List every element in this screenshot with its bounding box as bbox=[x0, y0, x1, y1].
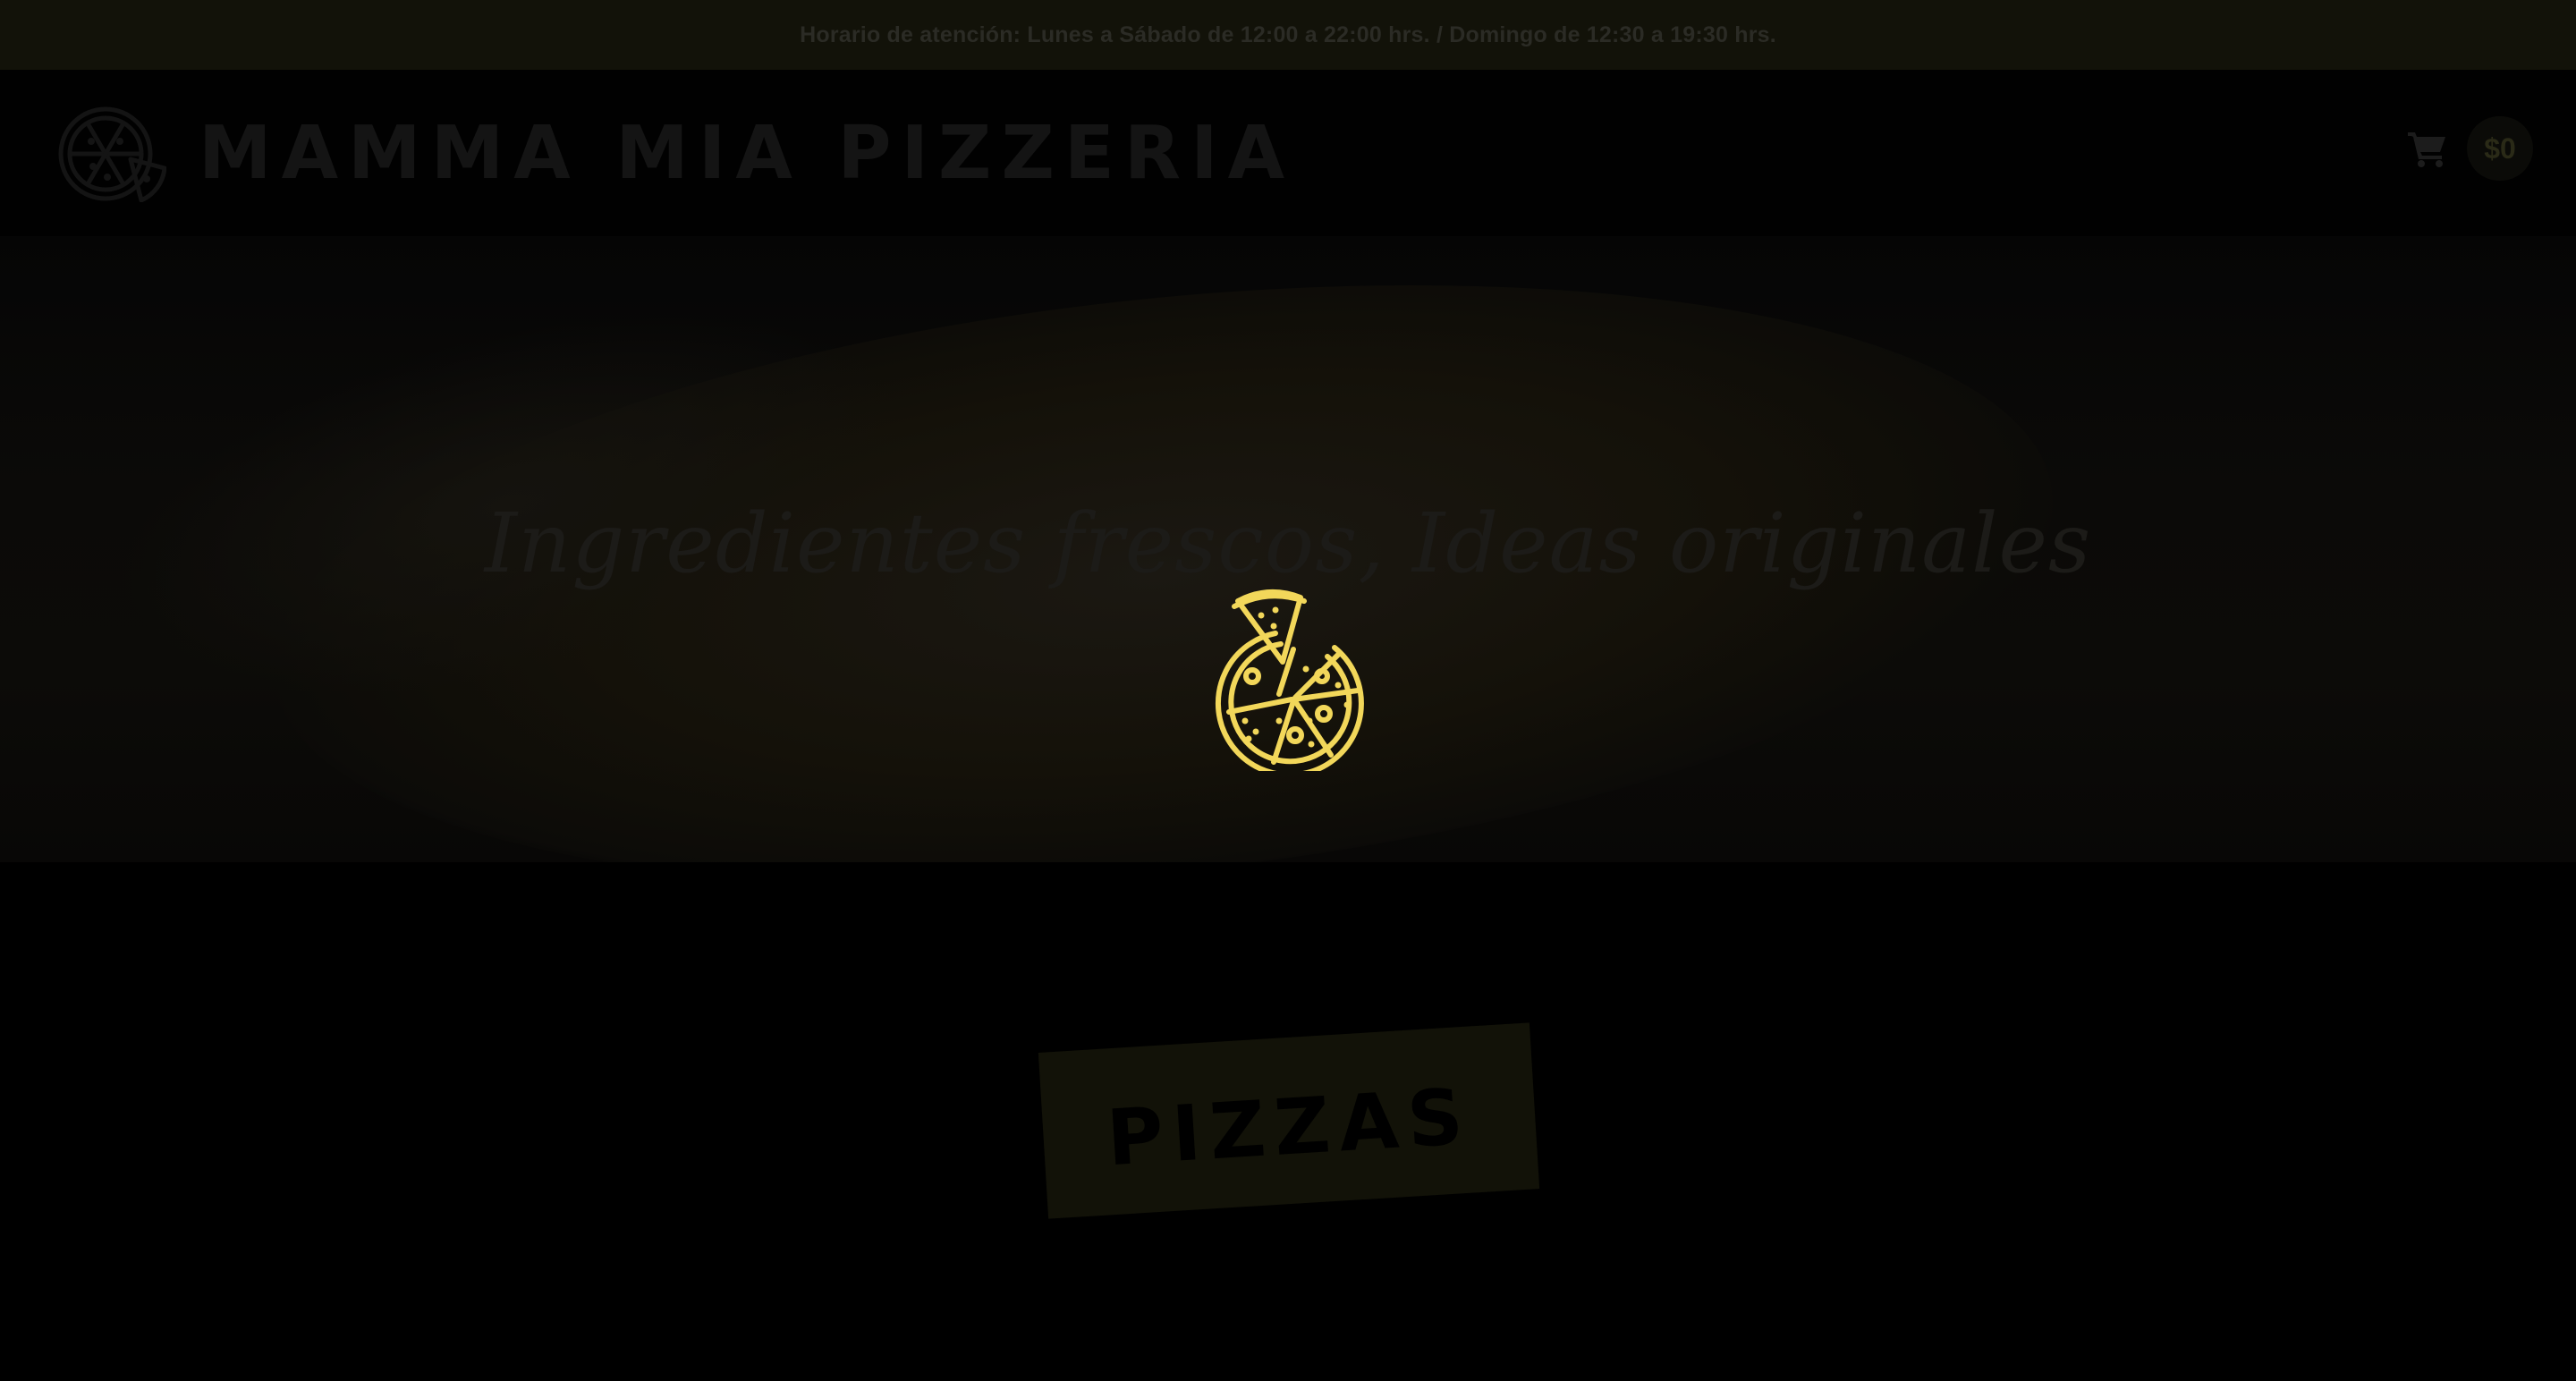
shopping-cart-icon[interactable] bbox=[2406, 129, 2449, 168]
brand-title[interactable]: MAMMA MIA PIZZERIA bbox=[199, 111, 1294, 196]
pizza-slice-icon bbox=[1215, 589, 1364, 771]
section-label: PIZZAS bbox=[1038, 1022, 1540, 1219]
hero-tagline: Ingredientes frescos, Ideas originales bbox=[484, 496, 2092, 591]
announcement-bar: Horario de atención: Lunes a Sábado de 1… bbox=[0, 0, 2576, 70]
section-title: PIZZAS bbox=[1104, 1072, 1475, 1184]
page: Horario de atención: Lunes a Sábado de 1… bbox=[0, 0, 2576, 1381]
site-header: MAMMA MIA PIZZERIA $0 bbox=[0, 70, 2576, 236]
cart-total-badge[interactable]: $0 bbox=[2467, 116, 2533, 181]
announcement-text: Horario de atención: Lunes a Sábado de 1… bbox=[800, 21, 1776, 47]
pizza-logo-icon[interactable] bbox=[54, 102, 166, 202]
